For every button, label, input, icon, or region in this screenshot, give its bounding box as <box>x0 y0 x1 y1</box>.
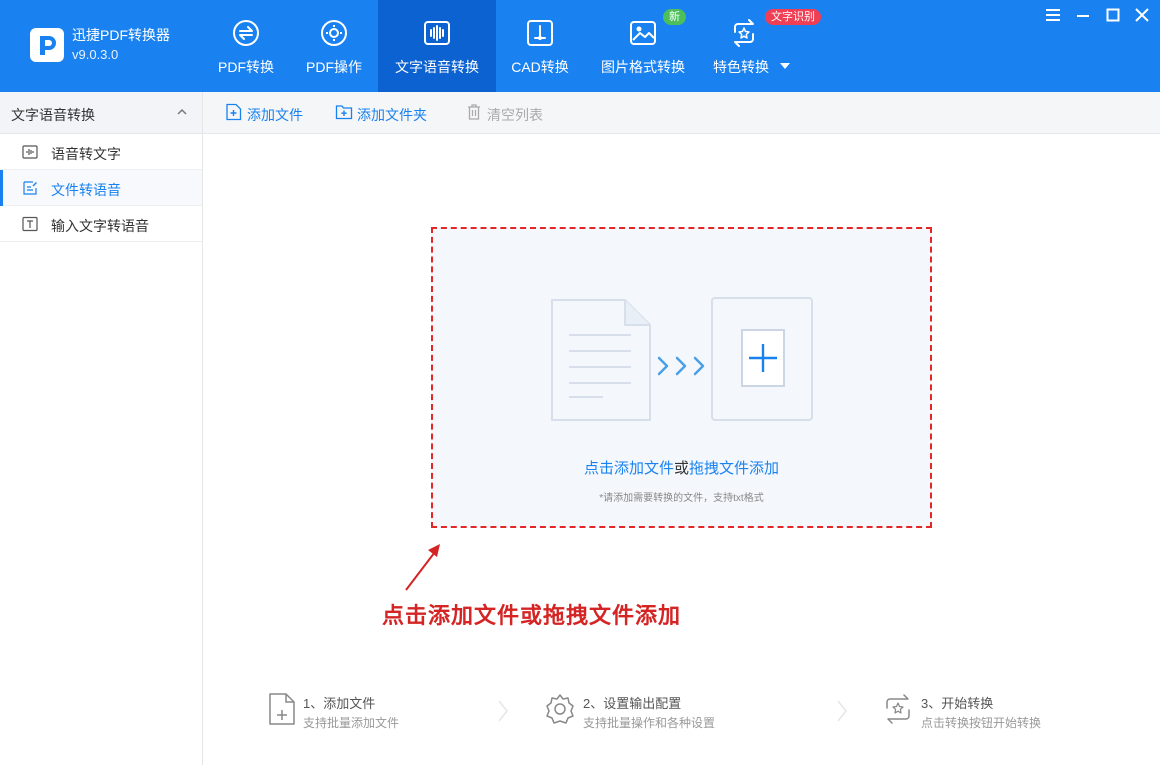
tab-pdf-operate[interactable]: PDF操作 <box>293 0 375 92</box>
sidebar-item-label: 语音转文字 <box>51 146 121 162</box>
new-badge: 新 <box>663 9 686 25</box>
file-edit-icon <box>23 181 37 195</box>
or-text: 或 <box>673 460 689 477</box>
document-icon <box>551 299 651 421</box>
sidebar-title: 文字语音转换 <box>11 107 95 123</box>
tab-label: 图片格式转换 <box>601 59 685 75</box>
tab-label: PDF转换 <box>218 59 274 75</box>
step-subtitle: 支持批量添加文件 <box>303 716 400 730</box>
drag-add-text: 拖拽文件添加 <box>689 460 780 477</box>
pdf-convert-icon <box>233 20 259 46</box>
file-add-icon <box>269 693 295 725</box>
tab-label: 文字语音转换 <box>395 59 479 75</box>
sidebar: 文字语音转换 语音转文字 文件转语音 输入文字转语音 <box>0 92 203 765</box>
add-file-icon <box>226 103 242 121</box>
add-folder-label: 添加文件夹 <box>357 107 427 123</box>
click-add-link[interactable]: 点击添加文件 <box>584 460 674 477</box>
add-file-label: 添加文件 <box>247 107 303 123</box>
dropzone-instruction: 点击添加文件或拖拽文件添加 <box>433 457 930 478</box>
text-box-icon <box>22 216 38 232</box>
step-title: 1、添加文件 <box>303 696 376 711</box>
sidebar-item-text-to-speech[interactable]: 输入文字转语音 <box>0 206 202 242</box>
title-bar: 迅捷PDF转换器 v9.0.3.0 PDF转换 PDF操作 文字语音转换 CAD… <box>0 0 1160 92</box>
tab-label: PDF操作 <box>306 59 362 75</box>
add-file-icon <box>711 297 813 421</box>
annotation-text: 点击添加文件或拖拽文件添加 <box>382 603 682 629</box>
audio-wave-icon <box>424 21 450 45</box>
special-convert-icon <box>734 19 754 47</box>
chevron-right-icon <box>837 700 847 722</box>
clear-list-button[interactable]: 清空列表 <box>465 103 547 123</box>
minimize-icon[interactable] <box>1074 6 1092 24</box>
app-name: 迅捷PDF转换器 <box>72 27 170 43</box>
annotation-arrow-icon <box>405 544 440 591</box>
file-drop-zone[interactable]: 点击添加文件或拖拽文件添加 *请添加需要转换的文件，支持txt格式 <box>431 227 932 528</box>
audio-icon <box>22 145 38 159</box>
maximize-icon[interactable] <box>1104 6 1122 24</box>
step-output-settings: 2、设置输出配置 支持批量操作和各种设置 <box>545 690 775 734</box>
sidebar-item-label: 文件转语音 <box>51 182 121 198</box>
tab-text-voice[interactable]: 文字语音转换 <box>378 0 496 92</box>
close-icon[interactable] <box>1133 6 1151 24</box>
clear-list-label: 清空列表 <box>487 107 543 123</box>
ocr-badge: 文字识别 <box>765 9 821 25</box>
step-subtitle: 支持批量操作和各种设置 <box>583 716 716 730</box>
trash-icon <box>468 104 480 120</box>
step-title: 2、设置输出配置 <box>583 696 682 711</box>
arrows-right-icon <box>657 356 705 376</box>
cad-icon <box>527 20 553 46</box>
chevron-up-icon[interactable] <box>176 106 188 118</box>
add-folder-button[interactable]: 添加文件夹 <box>335 103 435 123</box>
app-version: v9.0.3.0 <box>72 47 119 62</box>
tab-pdf-convert[interactable]: PDF转换 <box>205 0 287 92</box>
add-folder-icon <box>335 105 353 120</box>
convert-star-icon <box>886 694 910 724</box>
step-title: 3、开始转换 <box>921 696 994 711</box>
image-icon <box>630 21 656 45</box>
pdf-operate-icon <box>321 20 347 46</box>
tab-label: 特色转换 <box>713 59 769 75</box>
tab-cad-convert[interactable]: CAD转换 <box>500 0 580 92</box>
sidebar-item-file-to-speech[interactable]: 文件转语音 <box>0 170 202 206</box>
sidebar-item-speech-to-text[interactable]: 语音转文字 <box>0 134 202 170</box>
sidebar-item-label: 输入文字转语音 <box>51 218 149 234</box>
tab-label: CAD转换 <box>511 59 569 75</box>
chevron-right-icon <box>498 700 508 722</box>
chevron-down-icon[interactable] <box>780 63 790 69</box>
menu-icon[interactable] <box>1044 6 1062 24</box>
step-subtitle: 点击转换按钮开始转换 <box>921 716 1042 730</box>
gear-icon <box>546 694 574 724</box>
app-logo <box>30 28 64 62</box>
add-file-button[interactable]: 添加文件 <box>225 103 307 123</box>
toolbar: 添加文件 添加文件夹 清空列表 <box>203 92 1160 134</box>
sidebar-header[interactable]: 文字语音转换 <box>0 92 202 134</box>
step-add-file: 1、添加文件 支持批量添加文件 <box>267 690 467 734</box>
step-start-convert: 3、开始转换 点击转换按钮开始转换 <box>883 690 1083 734</box>
dropzone-hint: *请添加需要转换的文件，支持txt格式 <box>599 493 764 504</box>
